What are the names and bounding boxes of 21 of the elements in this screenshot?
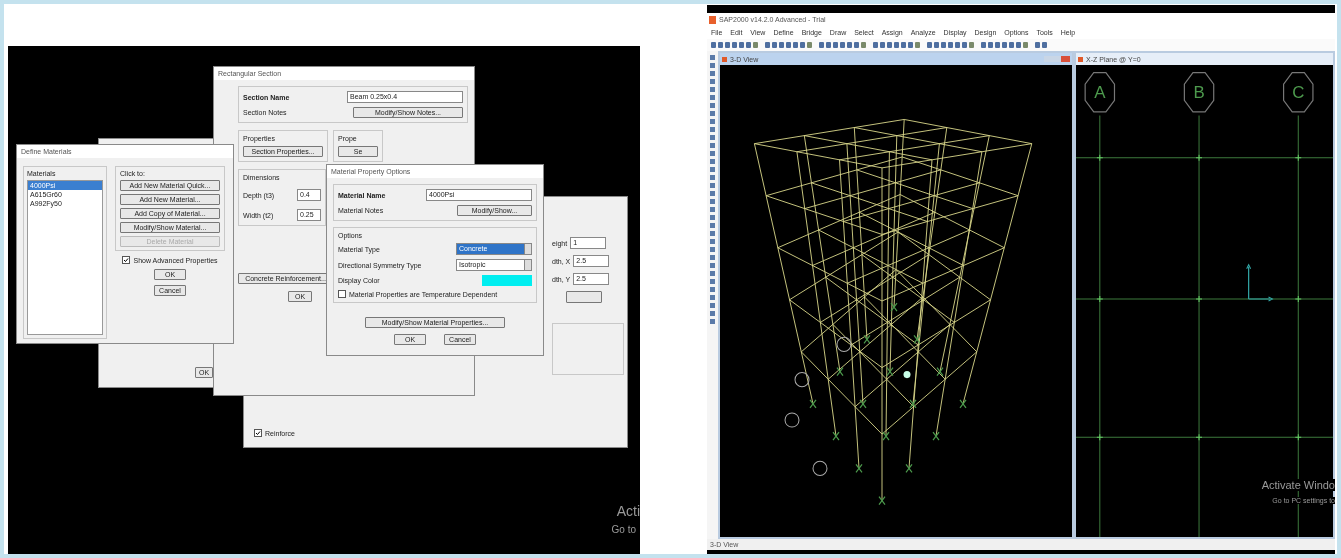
axis-origin-icon xyxy=(903,371,911,379)
close-icon[interactable] xyxy=(1078,56,1083,62)
activation-notice: Activate Windo xyxy=(1261,479,1335,491)
activation-notice: Acti xyxy=(616,503,640,519)
color-swatch[interactable] xyxy=(482,275,532,286)
dialog-button[interactable] xyxy=(566,291,602,303)
activation-notice: Go to xyxy=(611,524,636,535)
axis-icon xyxy=(1246,264,1273,302)
app-logo-icon xyxy=(709,15,716,24)
grid-bubble-icon xyxy=(1283,72,1314,113)
grid-label: C xyxy=(1292,83,1305,103)
checkbox[interactable] xyxy=(122,256,131,264)
grid-label: A xyxy=(1094,83,1106,103)
grid-label: B xyxy=(1193,83,1205,103)
group-box xyxy=(552,323,624,375)
close-icon[interactable] xyxy=(722,56,727,62)
grid-bubble-icon xyxy=(1183,72,1215,113)
checkbox[interactable] xyxy=(254,429,262,437)
window-controls-icon[interactable] xyxy=(1044,56,1070,62)
grid-bubble-icon xyxy=(1084,72,1116,113)
checkbox[interactable] xyxy=(338,290,346,298)
